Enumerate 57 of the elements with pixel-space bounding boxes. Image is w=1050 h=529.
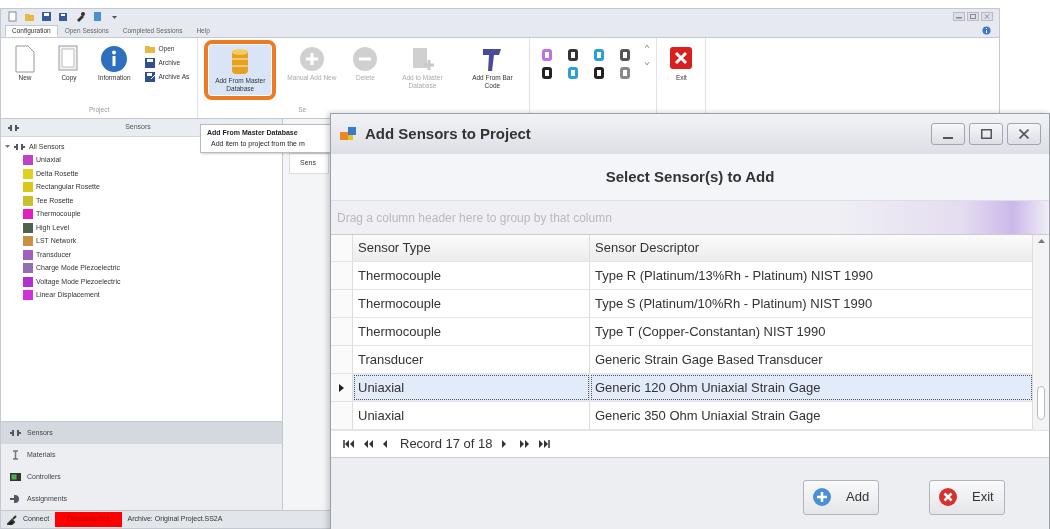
dialog-heading: Select Sensor(s) to Add [605, 166, 775, 187]
minimize-button[interactable] [931, 123, 965, 145]
sensor-icon [7, 122, 20, 133]
table-cell[interactable]: Thermocouple [353, 290, 590, 317]
table-row[interactable]: Thermocouple Type R (Platinum/13%Rh - Platinum) NIST 1990 [331, 262, 1033, 290]
table-row[interactable]: Uniaxial Generic 120 Ohm Uniaxial Strain Gage [331, 374, 1033, 402]
row-header-cell[interactable] [331, 374, 353, 401]
table-cell[interactable]: Uniaxial [353, 402, 590, 429]
table-cell[interactable]: Generic 120 Ohm Uniaxial Strain Gage [590, 374, 1033, 401]
collapse-icon[interactable] [5, 144, 10, 150]
first-page-icon[interactable] [343, 439, 355, 449]
table-row[interactable]: Thermocouple Type S (Platinum/10%Rh - Platinum) NIST 1990 [331, 290, 1033, 318]
row-header-cell[interactable] [331, 402, 353, 429]
info-icon[interactable] [982, 26, 991, 35]
close-icon [938, 487, 958, 507]
previous-page-icon[interactable] [362, 439, 374, 449]
info-icon [99, 44, 130, 74]
folder-icon [143, 43, 156, 55]
save-icon [143, 57, 156, 69]
sensor-icon [9, 428, 22, 438]
add-icon [812, 487, 832, 507]
window-icon [339, 126, 357, 142]
exit-button[interactable]: Exit [929, 479, 1005, 515]
table-cell[interactable]: Uniaxial [353, 374, 590, 401]
maximize-icon [980, 129, 992, 139]
table-cell[interactable]: Thermocouple [353, 262, 590, 289]
next-page-icon[interactable] [518, 439, 531, 449]
row-indicator-icon [339, 383, 344, 392]
record-counter: Record 17 of 18 [400, 435, 493, 454]
save-as-icon [143, 71, 156, 83]
table-row[interactable]: Thermocouple Type T (Copper-Constantan) NIST 1990 [331, 318, 1033, 346]
close-icon [1019, 129, 1029, 139]
tool-icon[interactable] [75, 10, 86, 22]
last-page-icon[interactable] [537, 439, 550, 449]
add-button[interactable]: Add [803, 479, 879, 515]
save-icon[interactable] [41, 10, 52, 22]
minimize-icon [943, 137, 953, 139]
scroll-thumb[interactable] [1037, 386, 1045, 420]
panel-icon[interactable] [92, 10, 103, 22]
maximize-button[interactable] [969, 123, 1003, 145]
row-header-cell[interactable] [331, 318, 353, 345]
minimize-icon[interactable] [953, 11, 965, 21]
column-header[interactable]: Sensor Type [353, 235, 590, 261]
table-cell[interactable]: Transducer [353, 346, 590, 373]
table-cell[interactable]: Thermocouple [353, 318, 590, 345]
row-header-cell[interactable] [331, 290, 353, 317]
row-header-cell[interactable] [331, 262, 353, 289]
row-header-cell[interactable] [331, 346, 353, 373]
close-button[interactable] [1007, 123, 1041, 145]
controller-icon [9, 472, 22, 482]
window-title: Add Sensors to Project [365, 123, 531, 144]
scroll-up-icon [1037, 239, 1045, 243]
sensor-icon [13, 141, 26, 152]
scrollbar[interactable] [1033, 235, 1049, 430]
save-as-icon[interactable] [58, 10, 69, 22]
file-icon[interactable] [7, 10, 18, 22]
maximize-icon[interactable] [967, 11, 979, 21]
